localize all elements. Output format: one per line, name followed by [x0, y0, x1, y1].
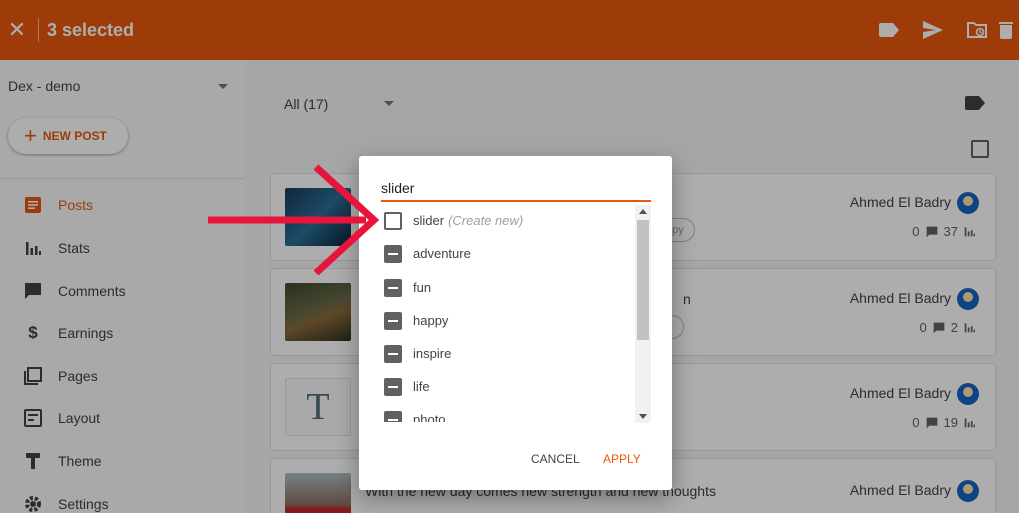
label-name: fun [413, 280, 432, 295]
checkbox-indeterminate[interactable] [384, 244, 402, 263]
label-name: photo [413, 412, 446, 422]
checkbox-indeterminate[interactable] [384, 377, 402, 396]
scrollbar-thumb[interactable] [637, 220, 649, 340]
checkbox-indeterminate[interactable] [384, 344, 402, 363]
label-search-input[interactable] [381, 180, 651, 202]
create-label-option[interactable]: slider (Create new) [379, 204, 634, 237]
annotation-arrow-icon [208, 164, 380, 275]
checkbox-indeterminate[interactable] [384, 311, 402, 330]
label-option-photo[interactable]: photo [379, 403, 634, 422]
scroll-down-icon[interactable] [639, 414, 647, 419]
label-list: slider (Create new) adventure fun happy … [379, 204, 651, 422]
label-option-happy[interactable]: happy [379, 304, 634, 337]
label-list-scrollbar[interactable] [635, 205, 651, 423]
checkbox-indeterminate[interactable] [384, 410, 402, 422]
label-dialog: slider (Create new) adventure fun happy … [359, 156, 672, 490]
apply-button[interactable]: APPLY [603, 452, 641, 466]
label-name: happy [413, 313, 449, 328]
checkbox-indeterminate[interactable] [384, 278, 402, 297]
label-name: inspire [413, 346, 452, 361]
create-new-hint: (Create new) [448, 213, 524, 228]
label-option-fun[interactable]: fun [379, 271, 634, 304]
checkbox-unchecked[interactable] [384, 211, 402, 230]
label-name: adventure [413, 246, 471, 261]
label-name: life [413, 379, 430, 394]
cancel-button[interactable]: CANCEL [531, 452, 580, 466]
label-option-adventure[interactable]: adventure [379, 237, 634, 270]
scroll-up-icon[interactable] [639, 209, 647, 214]
label-option-inspire[interactable]: inspire [379, 337, 634, 370]
create-label-text: slider [413, 213, 445, 228]
label-option-life[interactable]: life [379, 370, 634, 403]
